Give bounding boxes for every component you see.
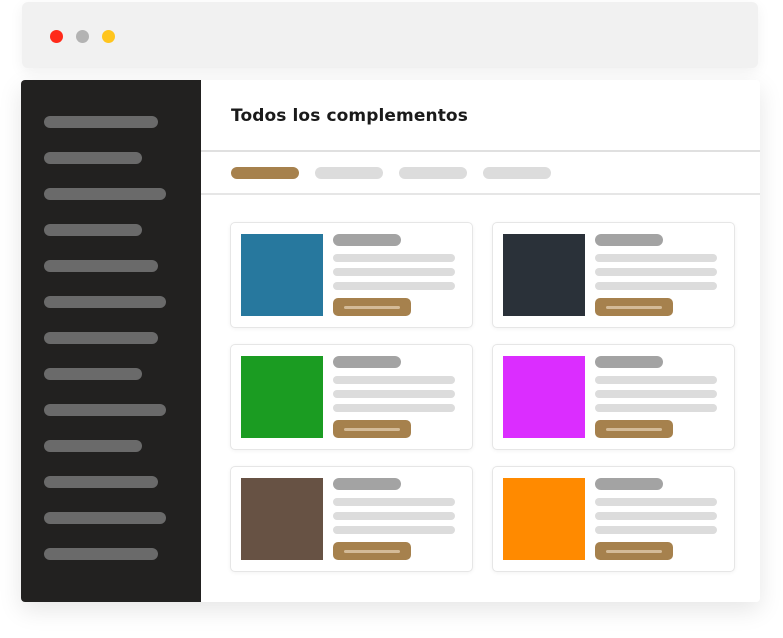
plugin-title-placeholder bbox=[595, 478, 663, 490]
plugin-description-line bbox=[595, 282, 717, 290]
plugin-thumbnail bbox=[241, 356, 323, 438]
sidebar-item[interactable] bbox=[44, 332, 158, 344]
app-window: Todos los complementos bbox=[21, 80, 760, 602]
sidebar-item[interactable] bbox=[44, 188, 166, 200]
plugin-description-line bbox=[333, 512, 455, 520]
plugin-title-placeholder bbox=[595, 234, 663, 246]
plugin-action-button[interactable] bbox=[595, 298, 673, 316]
sidebar-item[interactable] bbox=[44, 476, 158, 488]
sidebar-item[interactable] bbox=[44, 368, 142, 380]
plugin-description-line bbox=[595, 376, 717, 384]
button-label-placeholder bbox=[606, 428, 662, 431]
plugin-description-line bbox=[333, 404, 455, 412]
tab[interactable] bbox=[483, 167, 551, 179]
sidebar-item[interactable] bbox=[44, 260, 158, 272]
plugin-action-button[interactable] bbox=[333, 420, 411, 438]
plugin-description-line bbox=[595, 512, 717, 520]
plugin-description-line bbox=[595, 526, 717, 534]
tab[interactable] bbox=[399, 167, 467, 179]
button-label-placeholder bbox=[606, 306, 662, 309]
sidebar-item[interactable] bbox=[44, 116, 158, 128]
plugin-description-line bbox=[595, 498, 717, 506]
plugin-title-placeholder bbox=[333, 356, 401, 368]
plugin-description-line bbox=[333, 390, 455, 398]
plugin-description-line bbox=[333, 268, 455, 276]
plugin-description-line bbox=[333, 254, 455, 262]
plugin-thumbnail bbox=[503, 478, 585, 560]
sidebar-item[interactable] bbox=[44, 224, 142, 236]
plugin-thumbnail bbox=[241, 234, 323, 316]
minimize-window-button[interactable] bbox=[76, 30, 89, 43]
plugin-thumbnail bbox=[241, 478, 323, 560]
plugin-action-button[interactable] bbox=[595, 420, 673, 438]
button-label-placeholder bbox=[344, 428, 400, 431]
plugin-description-line bbox=[595, 254, 717, 262]
plugin-description-line bbox=[595, 390, 717, 398]
close-window-button[interactable] bbox=[50, 30, 63, 43]
plugin-action-button[interactable] bbox=[333, 542, 411, 560]
plugin-card[interactable] bbox=[492, 466, 735, 572]
maximize-window-button[interactable] bbox=[102, 30, 115, 43]
tab-bar bbox=[201, 152, 760, 195]
plugin-card[interactable] bbox=[230, 222, 473, 328]
plugin-title-placeholder bbox=[333, 234, 401, 246]
sidebar bbox=[21, 80, 201, 602]
main-panel: Todos los complementos bbox=[201, 80, 760, 602]
button-label-placeholder bbox=[606, 550, 662, 553]
page-title: Todos los complementos bbox=[231, 106, 468, 126]
plugin-description-line bbox=[595, 268, 717, 276]
button-label-placeholder bbox=[344, 550, 400, 553]
plugin-description-line bbox=[333, 376, 455, 384]
sidebar-item[interactable] bbox=[44, 512, 166, 524]
sidebar-item[interactable] bbox=[44, 440, 142, 452]
sidebar-item[interactable] bbox=[44, 548, 158, 560]
plugin-action-button[interactable] bbox=[595, 542, 673, 560]
browser-titlebar bbox=[22, 2, 758, 68]
plugin-card[interactable] bbox=[492, 222, 735, 328]
plugin-card[interactable] bbox=[492, 344, 735, 450]
plugin-description-line bbox=[333, 282, 455, 290]
plugin-thumbnail bbox=[503, 234, 585, 316]
sidebar-item[interactable] bbox=[44, 404, 166, 416]
tab[interactable] bbox=[231, 167, 299, 179]
plugin-description-line bbox=[333, 498, 455, 506]
header: Todos los complementos bbox=[201, 80, 760, 152]
plugin-action-button[interactable] bbox=[333, 298, 411, 316]
plugin-description-line bbox=[333, 526, 455, 534]
plugin-thumbnail bbox=[503, 356, 585, 438]
button-label-placeholder bbox=[344, 306, 400, 309]
tab[interactable] bbox=[315, 167, 383, 179]
plugin-card[interactable] bbox=[230, 466, 473, 572]
plugin-title-placeholder bbox=[333, 478, 401, 490]
sidebar-item[interactable] bbox=[44, 296, 166, 308]
plugin-description-line bbox=[595, 404, 717, 412]
plugin-title-placeholder bbox=[595, 356, 663, 368]
sidebar-item[interactable] bbox=[44, 152, 142, 164]
plugin-card[interactable] bbox=[230, 344, 473, 450]
